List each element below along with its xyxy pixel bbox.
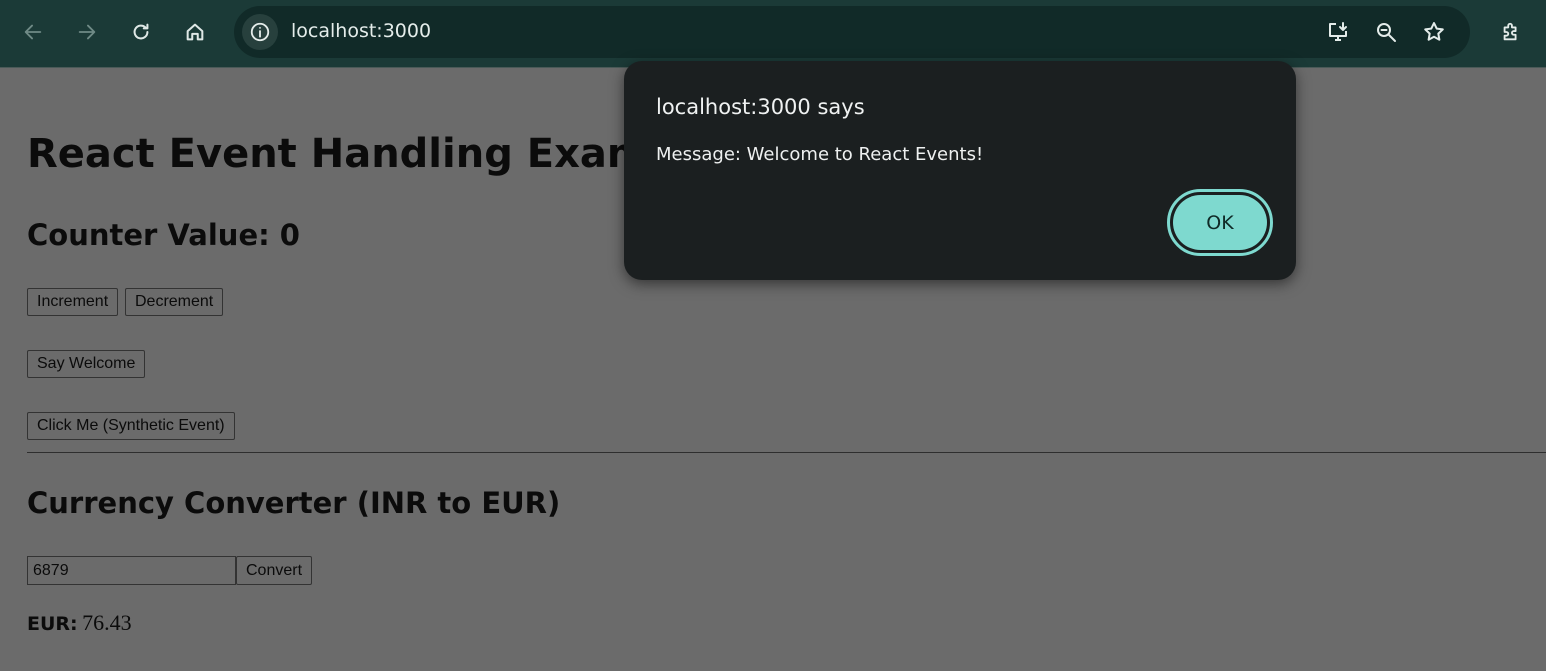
install-app-icon [1329, 22, 1347, 41]
say-welcome-button[interactable]: Say Welcome [27, 350, 146, 378]
back-button[interactable] [15, 14, 51, 50]
zoom-button[interactable] [1372, 18, 1400, 46]
browser-toolbar: localhost:3000 [0, 0, 1546, 68]
zoom-icon [1377, 23, 1396, 42]
site-info-button[interactable] [242, 14, 278, 50]
dialog-title: localhost:3000 says [656, 95, 865, 119]
alert-dialog: localhost:3000 says Message: Welcome to … [624, 61, 1296, 280]
conversion-result: EUR: 76.43 [27, 610, 132, 636]
home-icon [186, 23, 204, 41]
increment-button[interactable]: Increment [27, 288, 119, 316]
install-app-button[interactable] [1324, 18, 1352, 46]
synthetic-event-button[interactable]: Click Me (Synthetic Event) [27, 412, 235, 440]
url-text[interactable]: localhost:3000 [291, 20, 431, 42]
result-label: EUR: [27, 613, 78, 635]
reload-icon [133, 23, 149, 40]
arrow-right-icon [78, 24, 96, 40]
bookmark-button[interactable] [1420, 18, 1448, 46]
ok-button-label[interactable]: OK [1173, 195, 1267, 250]
puzzle-icon [1503, 22, 1517, 41]
decrement-button[interactable]: Decrement [125, 288, 224, 316]
amount-input[interactable] [27, 556, 236, 585]
star-icon [1424, 22, 1444, 41]
home-button[interactable] [177, 14, 213, 50]
divider [27, 452, 1546, 453]
reload-button[interactable] [123, 14, 159, 50]
counter-value-heading: Counter Value: 0 [27, 218, 300, 252]
dialog-message: Message: Welcome to React Events! [656, 144, 984, 165]
forward-button[interactable] [69, 14, 105, 50]
ok-button[interactable]: OK [1167, 189, 1273, 256]
address-bar[interactable]: localhost:3000 [234, 6, 1470, 58]
converter-heading: Currency Converter (INR to EUR) [27, 486, 561, 520]
info-icon [250, 22, 270, 42]
convert-button[interactable]: Convert [236, 556, 313, 585]
result-value: 76.43 [82, 610, 132, 635]
page-title: React Event Handling Example [27, 131, 719, 177]
arrow-left-icon [24, 24, 42, 40]
extensions-button[interactable] [1493, 14, 1529, 50]
